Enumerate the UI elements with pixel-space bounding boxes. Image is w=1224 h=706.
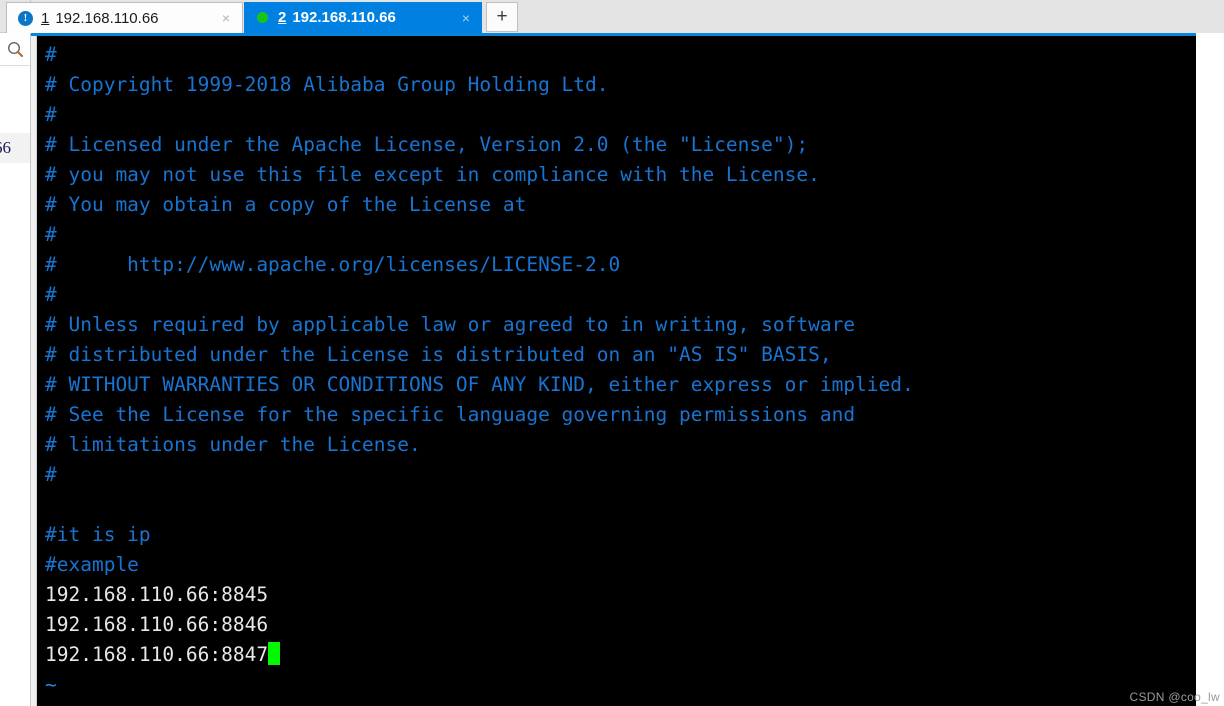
session-list-item[interactable]: 66	[0, 133, 30, 163]
terminal-output[interactable]: # # Copyright 1999-2018 Alibaba Group Hol…	[37, 36, 1196, 706]
terminal-line-text: # distributed under the License is distr…	[45, 343, 832, 366]
tab-1[interactable]: ! 1 192.168.110.66 ×	[6, 2, 243, 33]
tab-2[interactable]: 2 192.168.110.66 ×	[244, 2, 482, 33]
terminal-line-text: # See the License for the specific langu…	[45, 403, 856, 426]
terminal-line-text: # Copyright 1999-2018 Alibaba Group Hold…	[45, 73, 609, 96]
terminal-line-text: # You may obtain a copy of the License a…	[45, 193, 527, 216]
terminal-line: 192.168.110.66:8847	[37, 640, 1196, 670]
tab-2-close-icon[interactable]: ×	[462, 10, 470, 26]
terminal-line-text: ~	[45, 673, 57, 696]
terminal-line-text: # Unless required by applicable law or a…	[45, 313, 856, 336]
app-window: ✕ 66 ! 1 192.168.110.66 × 2 192.168.110.…	[0, 0, 1224, 706]
new-tab-button[interactable]: +	[486, 2, 518, 32]
terminal-line: # distributed under the License is distr…	[37, 340, 1196, 370]
terminal-line: 192.168.110.66:8845	[37, 580, 1196, 610]
terminal-line-text: #	[45, 283, 57, 306]
terminal-line-text: # you may not use this file except in co…	[45, 163, 820, 186]
terminal-line-text: #it is ip	[45, 523, 151, 546]
tab-1-close-icon[interactable]: ×	[222, 10, 230, 26]
session-list-item-label: 66	[0, 138, 11, 157]
terminal-line: # See the License for the specific langu…	[37, 400, 1196, 430]
terminal-line: # Licensed under the Apache License, Ver…	[37, 130, 1196, 160]
terminal-line-text: # limitations under the License.	[45, 433, 421, 456]
terminal-line-text: # http://www.apache.org/licenses/LICENSE…	[45, 253, 621, 276]
alert-icon: !	[17, 10, 34, 27]
terminal-line-text: #	[45, 43, 57, 66]
search-icon[interactable]	[0, 34, 30, 66]
terminal-line: # Copyright 1999-2018 Alibaba Group Hold…	[37, 70, 1196, 100]
terminal-line: 192.168.110.66:8846	[37, 610, 1196, 640]
left-rail: ✕ 66	[0, 0, 31, 706]
terminal-line-text: #	[45, 463, 57, 486]
terminal-cursor	[268, 642, 281, 665]
terminal-line: #	[37, 280, 1196, 310]
tab-1-title: 192.168.110.66	[55, 9, 159, 27]
terminal-line: #	[37, 460, 1196, 490]
watermark: CSDN @coo_lw	[1129, 690, 1220, 704]
terminal-line-text: #	[45, 103, 57, 126]
terminal-line: # limitations under the License.	[37, 430, 1196, 460]
connected-dot-icon	[254, 9, 271, 26]
terminal-line-text: #example	[45, 553, 139, 576]
terminal-line-text: 192.168.110.66:8846	[45, 613, 269, 636]
terminal-line-text: # Licensed under the Apache License, Ver…	[45, 133, 809, 156]
terminal-line: #it is ip	[37, 520, 1196, 550]
terminal-line: # http://www.apache.org/licenses/LICENSE…	[37, 250, 1196, 280]
terminal-line-text: #	[45, 223, 57, 246]
terminal-line: # WITHOUT WARRANTIES OR CONDITIONS OF AN…	[37, 370, 1196, 400]
tab-2-title: 192.168.110.66	[292, 9, 396, 26]
terminal-line-text: # WITHOUT WARRANTIES OR CONDITIONS OF AN…	[45, 373, 914, 396]
terminal-line: #	[37, 100, 1196, 130]
terminal-line-text: 192.168.110.66:8845	[45, 583, 269, 606]
terminal-line: ~	[37, 670, 1196, 700]
terminal-line: #	[37, 40, 1196, 70]
tab-1-index: 1	[41, 9, 50, 27]
terminal-line: # Unless required by applicable law or a…	[37, 310, 1196, 340]
terminal-line: #	[37, 220, 1196, 250]
terminal-line: #example	[37, 550, 1196, 580]
terminal-line-text: 192.168.110.66:8847	[45, 643, 269, 666]
tab-2-index: 2	[278, 9, 287, 26]
terminal-line: # you may not use this file except in co…	[37, 160, 1196, 190]
terminal-line: # You may obtain a copy of the License a…	[37, 190, 1196, 220]
